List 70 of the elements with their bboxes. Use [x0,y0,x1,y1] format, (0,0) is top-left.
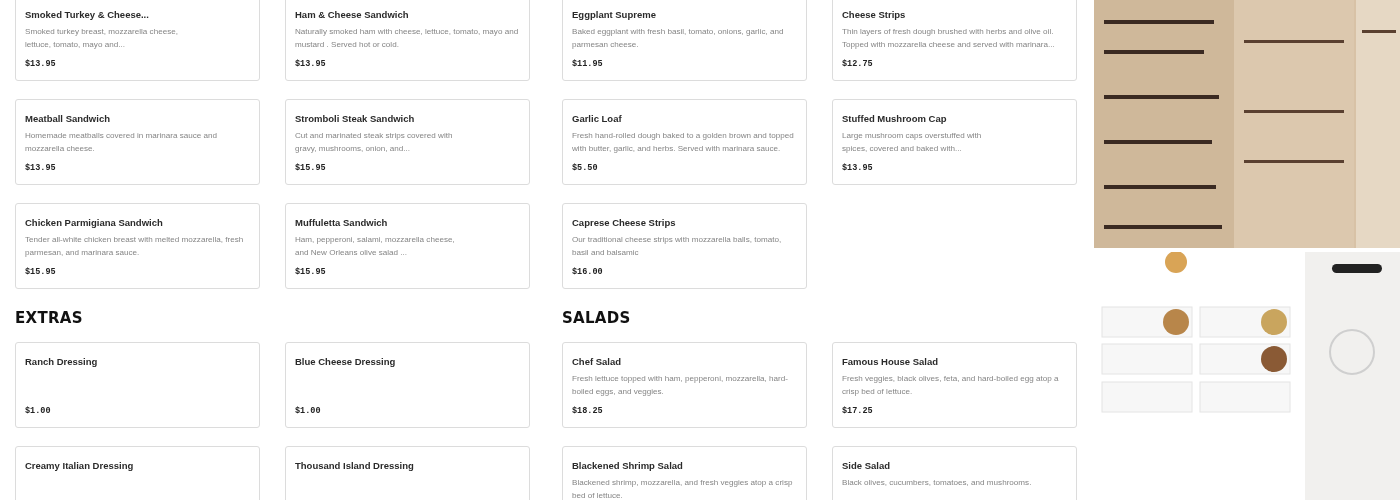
item-name: Stuffed Mushroom Cap [842,112,947,126]
price: $18.25 [572,406,603,416]
menu-card[interactable]: Meatball Sandwich Homemade meatballs covered in marinara sauce and mozzarella cheese. $13.95 [15,99,260,185]
item-description: Fresh veggies, black olives, feta, and hard-boiled egg atop a crisp bed of lettuce. [842,373,1060,398]
price: $13.95 [295,59,326,69]
price: $13.95 [25,163,56,173]
item-description: Thin layers of fresh dough brushed with herbs and olive oil. Topped with mozzarella cheese and served with marinara... [842,26,1056,51]
item-name: Meatball Sandwich [25,112,110,126]
item-name: Blackened Shrimp Salad [572,459,683,473]
item-name: Chef Salad [572,355,622,369]
price: $15.95 [25,267,56,277]
menu-card[interactable]: Cheese Strips Thin layers of fresh dough brushed with herbs and olive oil. Topped with mozzarella cheese and served with marinara... $12.75 [832,0,1077,81]
item-description: Fresh lettuce topped with ham, pepperoni, mozzarella, hard-boiled eggs, and veggies. [572,373,789,398]
menu-card[interactable]: Smoked Turkey & Cheese... Smoked turkey breast, mozzarella cheese, lettuce, tomato, mayo and... $13.95 [15,0,260,81]
price: $13.95 [842,163,873,173]
menu-card[interactable]: Famous House Salad Fresh veggies, black olives, feta, and hard-boiled egg atop a crisp bed of lettuce. $17.25 [832,342,1077,428]
item-name: Creamy Italian Dressing [25,459,134,473]
item-name: Stromboli Steak Sandwich [295,112,415,126]
price: $1.00 [25,406,51,416]
item-name: Famous House Salad [842,355,939,369]
item-description: Fresh hand-rolled dough baked to a golden brown and topped with butter, garlic, and herbs. Served with marinara sauce. [572,130,795,155]
item-description: Our traditional cheese strips with mozzarella balls, tomato, basil and balsamic [572,234,783,259]
item-description: Naturally smoked ham with cheese, lettuce, tomato, mayo and mustard . Served hot or cold. [295,26,520,51]
section-heading: SALADS [562,308,632,329]
item-name: Ham & Cheese Sandwich [295,8,409,22]
menu-card[interactable]: Caprese Cheese Strips Our traditional cheese strips with mozzarella balls, tomato, basil and balsamic $16.00 [562,203,807,289]
item-name: Cheese Strips [842,8,906,22]
item-name: Smoked Turkey & Cheese... [25,8,149,22]
price: $15.95 [295,163,326,173]
menu-card[interactable]: Blackened Shrimp Salad Blackened shrimp, mozzarella, and fresh veggies atop a crisp bed of lettuce. [562,446,807,500]
price: $16.00 [572,267,603,277]
menu-card[interactable]: Garlic Loaf Fresh hand-rolled dough baked to a golden brown and topped with butter, garlic, and herbs. Served with marinara sauce. $5.50 [562,99,807,185]
item-description: Baked eggplant with fresh basil, tomato, onions, garlic, and parmesan cheese. [572,26,785,51]
price: $5.50 [572,163,598,173]
item-description: Large mushroom caps overstuffed with spices, covered and baked with... [842,130,983,155]
menu-card[interactable]: Blue Cheese Dressing $1.00 [285,342,530,428]
item-name: Garlic Loaf [572,112,622,126]
item-description: Black olives, cucumbers, tomatoes, and mushrooms. [842,477,1033,489]
menu-card[interactable]: Ham & Cheese Sandwich Naturally smoked ham with cheese, lettuce, tomato, mayo and mustard . Served hot or cold. $13.95 [285,0,530,81]
price: $13.95 [25,59,56,69]
price: $15.95 [295,267,326,277]
menu-card[interactable]: Muffuletta Sandwich Ham, pepperoni, salami, mozzarella cheese, and New Orleans olive salad ... $15.95 [285,203,530,289]
item-description: Tender all-white chicken breast with melted mozzarella, fresh parmesan, and marinara sauce. [25,234,245,259]
section-heading: EXTRAS [15,308,84,329]
menu-card[interactable]: Thousand Island Dressing [285,446,530,500]
price: $1.00 [295,406,321,416]
menu-card[interactable]: Ranch Dressing $1.00 [15,342,260,428]
item-description: Ham, pepperoni, salami, mozzarella cheese, and New Orleans olive salad ... [295,234,455,259]
price: $12.75 [842,59,873,69]
menu-card[interactable]: Side Salad Black olives, cucumbers, tomatoes, and mushrooms. [832,446,1077,500]
item-name: Side Salad [842,459,891,473]
item-description: Homemade meatballs covered in marinara sauce and mozzarella cheese. [25,130,219,155]
price: $11.95 [572,59,603,69]
item-name: Eggplant Supreme [572,8,656,22]
item-name: Blue Cheese Dressing [295,355,396,369]
menu-card[interactable]: Stromboli Steak Sandwich Cut and marinated steak strips covered with gravy, mushrooms, onion, and... $15.95 [285,99,530,185]
item-name: Thousand Island Dressing [295,459,414,473]
item-description: Blackened shrimp, mozzarella, and fresh veggies atop a crisp bed of lettuce. [572,477,794,500]
item-description: Cut and marinated steak strips covered with gravy, mushrooms, onion, and... [295,130,454,155]
item-name: Ranch Dressing [25,355,98,369]
menu-card[interactable]: Creamy Italian Dressing [15,446,260,500]
item-name: Chicken Parmigiana Sandwich [25,216,163,230]
item-name: Caprese Cheese Strips [572,216,676,230]
menu-card[interactable]: Chicken Parmigiana Sandwich Tender all-white chicken breast with melted mozzarella, fresh parmesan, and marinara sauce. $15.95 [15,203,260,289]
item-name: Muffuletta Sandwich [295,216,388,230]
menu-card[interactable]: Stuffed Mushroom Cap Large mushroom caps overstuffed with spices, covered and baked with... $13.95 [832,99,1077,185]
menu-card[interactable]: Eggplant Supreme Baked eggplant with fresh basil, tomato, onions, garlic, and parmesan cheese. $11.95 [562,0,807,81]
menu-card[interactable]: Chef Salad Fresh lettuce topped with ham, pepperoni, mozzarella, hard-boiled eggs, and veggies. $18.25 [562,342,807,428]
item-description: Smoked turkey breast, mozzarella cheese, lettuce, tomato, mayo and... [25,26,179,51]
price: $17.25 [842,406,873,416]
